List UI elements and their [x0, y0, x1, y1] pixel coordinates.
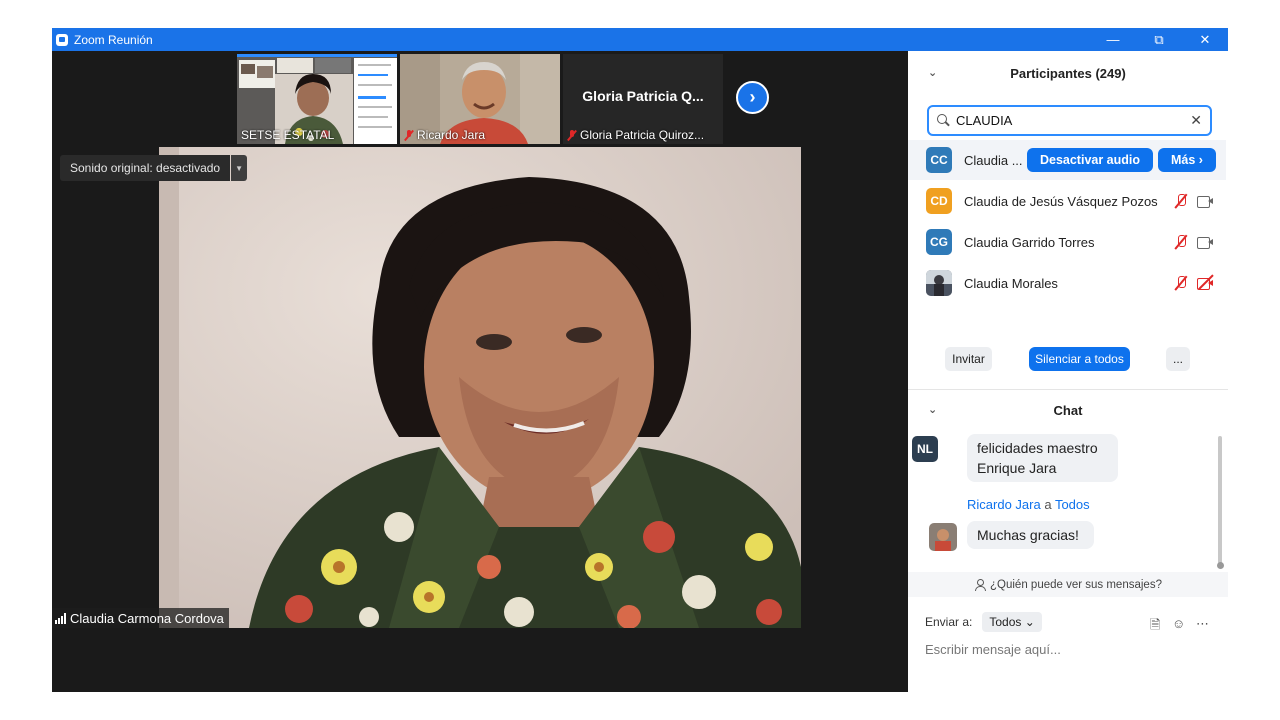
- send-to-value: Todos: [989, 615, 1022, 629]
- thumb-name: Ricardo Jara: [404, 128, 485, 142]
- who-can-see-text: ¿Quién puede ver sus mensajes?: [990, 578, 1162, 591]
- sender-name[interactable]: Ricardo Jara: [967, 497, 1041, 512]
- message-sender: Ricardo Jara a Todos: [967, 497, 1090, 512]
- avatar: CG: [926, 229, 952, 255]
- speaker-name-tag: Claudia Carmona Cordova: [52, 608, 229, 628]
- send-to-label: Enviar a:: [925, 615, 973, 629]
- muted-mic-icon: [404, 129, 414, 141]
- minimize-button[interactable]: —: [1090, 28, 1136, 51]
- muted-mic-icon: [567, 129, 577, 141]
- participant-row[interactable]: CG Claudia Garrido Torres: [908, 222, 1228, 262]
- participant-name: Claudia Garrido Torres: [964, 234, 1095, 250]
- avatar-photo: [929, 523, 957, 551]
- more-participant-actions-button[interactable]: ...: [1166, 347, 1190, 371]
- avatar-photo: [926, 270, 952, 296]
- video-area: SETSE ESTATAL Ricardo Jara Gloria Patric…: [52, 51, 908, 692]
- avatar: NL: [912, 436, 938, 462]
- participant-row[interactable]: Claudia Morales: [908, 263, 1228, 303]
- chat-title: Chat: [1053, 402, 1083, 418]
- participant-actions: Invitar Silenciar a todos ...: [908, 347, 1228, 377]
- chevron-down-icon: ⌄: [1024, 615, 1035, 629]
- scroll-thumb[interactable]: [1217, 562, 1224, 569]
- video-camera-icon: [1197, 236, 1215, 249]
- avatar: CD: [926, 188, 952, 214]
- original-sound-toggle[interactable]: Sonido original: desactivado ▼: [60, 155, 248, 181]
- message-line: felicidades maestro: [977, 440, 1098, 456]
- emoji-icon[interactable]: ☺: [1172, 616, 1185, 631]
- invite-button[interactable]: Invitar: [945, 347, 992, 371]
- collapse-chevron-icon[interactable]: ⌄: [928, 403, 937, 416]
- recipient-name: Todos: [1054, 497, 1090, 512]
- avatar: CC: [926, 147, 952, 173]
- thumb-label-setse: SETSE ESTATAL: [241, 128, 335, 142]
- file-icon[interactable]: 🗎: [1150, 616, 1160, 638]
- zoom-window: Zoom Reunión — ⧉ ✕ SETSE ESTATAL Ricardo…: [52, 28, 1228, 692]
- avatar: [926, 270, 952, 296]
- zoom-logo-icon: [56, 33, 68, 46]
- window-title: Zoom Reunión: [74, 32, 153, 47]
- sender-to-word: a: [1044, 497, 1052, 512]
- video-camera-icon: [1197, 195, 1215, 208]
- mute-all-button[interactable]: Silenciar a todos: [1029, 347, 1130, 371]
- panel-divider: [908, 389, 1228, 390]
- thumb-gloria-patricia[interactable]: Gloria Patricia Q... Gloria Patricia Qui…: [563, 54, 723, 144]
- side-panel: ⌄ Participantes (249) CLAUDIA ✕ CC Claud…: [908, 51, 1228, 692]
- mute-participant-button[interactable]: Desactivar audio: [1027, 148, 1153, 172]
- message-line: Enrique Jara: [977, 460, 1057, 476]
- clear-search-icon[interactable]: ✕: [1190, 112, 1202, 129]
- search-value: CLAUDIA: [956, 113, 1013, 128]
- thumb-display-name: Gloria Patricia Q...: [582, 88, 704, 104]
- gallery-strip: SETSE ESTATAL Ricardo Jara Gloria Patric…: [52, 51, 908, 147]
- restore-button[interactable]: ⧉: [1136, 28, 1182, 51]
- send-to-dropdown[interactable]: Todos ⌄: [982, 612, 1042, 632]
- signal-strength-icon: [55, 612, 66, 624]
- chat-message: Muchas gracias!: [967, 521, 1094, 549]
- speaker-name: Claudia Carmona Cordova: [70, 610, 224, 626]
- original-sound-label: Sonido original: desactivado: [60, 155, 231, 181]
- participant-name: Claudia de Jesús Vásquez Pozos: [964, 193, 1158, 209]
- participant-name: Claudia Morales: [964, 275, 1058, 291]
- chat-scrollbar[interactable]: [1218, 436, 1222, 564]
- title-bar: Zoom Reunión — ⧉ ✕: [52, 28, 1228, 51]
- muted-mic-icon: [1174, 234, 1188, 250]
- search-icon: [937, 114, 950, 127]
- thumb-label-gloria: Gloria Patricia Quiroz...: [580, 128, 705, 142]
- more-icon[interactable]: ⋯: [1196, 616, 1209, 632]
- chat-message-input[interactable]: Escribir mensaje aquí...: [925, 642, 1061, 657]
- muted-mic-icon: [1174, 193, 1188, 209]
- participants-title: Participantes (249): [1010, 65, 1126, 81]
- participants-header: ⌄ Participantes (249): [908, 51, 1228, 95]
- speaker-video-frame: [159, 147, 801, 628]
- close-window-button[interactable]: ✕: [1182, 28, 1228, 51]
- collapse-chevron-icon[interactable]: ⌄: [928, 66, 937, 79]
- next-page-button[interactable]: ›: [736, 81, 769, 114]
- window-controls: — ⧉ ✕: [1090, 28, 1228, 51]
- avatar: [929, 523, 957, 551]
- who-can-see-link[interactable]: ¿Quién puede ver sus mensajes?: [908, 572, 1228, 597]
- more-options-button[interactable]: Más ›: [1158, 148, 1216, 172]
- participant-row[interactable]: CD Claudia de Jesús Vásquez Pozos: [908, 181, 1228, 221]
- thumb-name: Gloria Patricia Quiroz...: [567, 128, 704, 142]
- thumb-setse-estatal[interactable]: SETSE ESTATAL: [237, 54, 397, 144]
- participant-search-input[interactable]: CLAUDIA ✕: [927, 105, 1212, 136]
- chat-message: felicidades maestro Enrique Jara: [967, 434, 1118, 482]
- thumb-ricardo-jara[interactable]: Ricardo Jara: [400, 54, 560, 144]
- participant-name: Claudia ...: [964, 152, 1023, 168]
- chat-header: ⌄ Chat: [908, 394, 1228, 426]
- thumb-name: SETSE ESTATAL: [241, 128, 334, 142]
- active-speaker-video: [159, 147, 801, 628]
- thumb-label-ricardo: Ricardo Jara: [417, 128, 486, 142]
- caret-down-icon[interactable]: ▼: [231, 155, 248, 181]
- muted-mic-icon: [1174, 275, 1188, 291]
- participant-row[interactable]: CC Claudia ... Desactivar audio Más ›: [908, 140, 1226, 180]
- person-icon: [974, 578, 987, 591]
- chevron-right-icon: ›: [749, 87, 756, 107]
